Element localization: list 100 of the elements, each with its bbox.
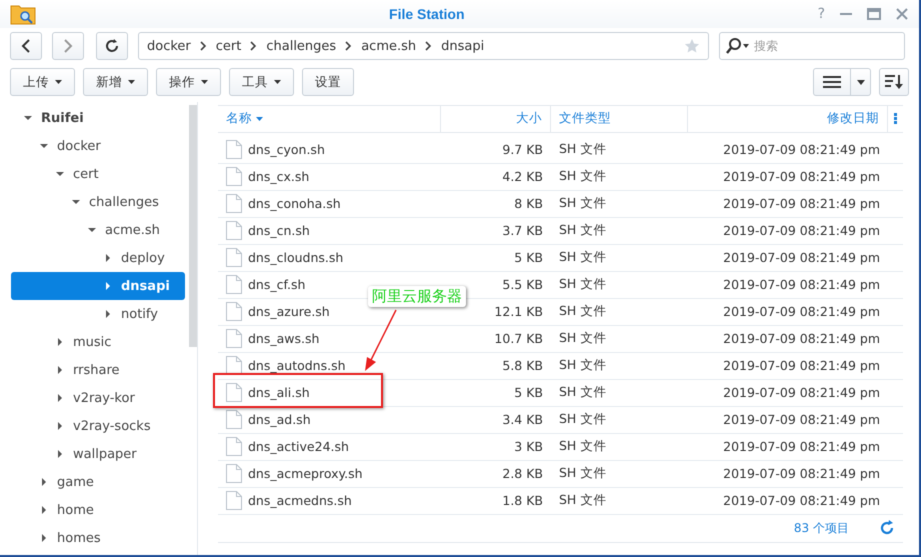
table-cell: 2019-07-09 08:21:49 pm — [723, 169, 880, 184]
scrollbar-thumb[interactable] — [189, 105, 197, 347]
expand-arrow-icon[interactable] — [55, 337, 65, 347]
file-row[interactable]: dns_acmeproxy.sh 2.8 KB SH 文件 2019-07-09 08:21:49 pm — [218, 460, 903, 488]
list-icon — [823, 75, 841, 89]
file-icon — [226, 248, 242, 268]
column-header[interactable]: 大小 — [441, 106, 551, 132]
table-cell: 2019-07-09 08:21:49 pm — [723, 277, 880, 292]
tree-item[interactable]: home — [11, 496, 185, 524]
tree-item[interactable]: music — [11, 328, 185, 356]
tree-item[interactable]: v2ray-kor — [11, 384, 185, 412]
expand-arrow-icon[interactable] — [55, 421, 65, 431]
tree-item[interactable]: Ruifei — [11, 104, 185, 132]
table-cell: 2019-07-09 08:21:49 pm — [723, 196, 880, 212]
close-icon[interactable] — [895, 7, 909, 21]
file-row[interactable]: dns_conoha.sh 8 KB SH 文件 2019-07-09 08:21:49 pm — [218, 190, 903, 218]
table-cell: dns_ali.sh — [248, 385, 310, 400]
star-icon[interactable] — [684, 38, 700, 54]
expand-arrow-icon[interactable] — [39, 477, 49, 487]
refresh-button[interactable] — [96, 32, 128, 60]
tree-item[interactable]: wallpaper — [11, 440, 185, 468]
chevron-icon — [425, 41, 432, 51]
table-cell: 2019-07-09 08:21:49 pm — [723, 358, 880, 374]
collapse-arrow-icon[interactable] — [71, 197, 81, 207]
file-row[interactable]: dns_active24.sh 3 KB SH 文件 2019-07-09 08:21:49 pm — [218, 434, 903, 461]
tree-item[interactable]: rrshare — [11, 356, 185, 384]
view-dropdown-button[interactable] — [851, 68, 871, 96]
file-row[interactable]: dns_autodns.sh 5.8 KB SH 文件 2019-07-09 08:21:49 pm — [218, 352, 903, 380]
refresh-icon[interactable] — [879, 520, 895, 536]
tree-item[interactable]: game — [11, 468, 185, 496]
expand-arrow-icon[interactable] — [103, 309, 113, 319]
tree-item[interactable]: docker — [11, 132, 185, 160]
file-icon — [226, 329, 242, 348]
list-view-button[interactable] — [813, 68, 851, 96]
file-row[interactable]: dns_ali.sh 5 KB SH 文件 2019-07-09 08:21:49 pm — [218, 380, 903, 407]
table-cell: 2019-07-09 08:21:49 pm — [723, 412, 880, 428]
table-cell: 4.2 KB — [502, 169, 543, 184]
toolbar-button[interactable]: 上传 — [10, 68, 75, 96]
expand-arrow-icon[interactable] — [55, 393, 65, 403]
search-field[interactable]: 搜索 — [719, 32, 905, 60]
file-icon — [226, 275, 242, 294]
tree-item[interactable]: v2ray-socks — [11, 412, 185, 440]
file-row[interactable]: dns_cloudns.sh 5 KB SH 文件 2019-07-09 08:21:49 pm — [218, 244, 903, 272]
sort-button[interactable] — [879, 68, 909, 96]
file-icon — [226, 302, 242, 322]
callout-label: 阿里云服务器 — [368, 286, 466, 307]
table-cell: dns_autodns.sh — [248, 358, 346, 374]
expand-arrow-icon[interactable] — [55, 449, 65, 459]
collapse-arrow-icon[interactable] — [39, 141, 49, 151]
forward-button[interactable] — [52, 32, 84, 60]
file-row[interactable]: dns_aws.sh 10.7 KB SH 文件 2019-07-09 08:21:49 pm — [218, 326, 903, 353]
breadcrumb-link[interactable]: acme.sh — [361, 38, 416, 54]
tree-item[interactable]: deploy — [11, 244, 185, 272]
maximize-icon[interactable] — [867, 8, 881, 20]
file-row[interactable]: dns_cn.sh 3.7 KB SH 文件 2019-07-09 08:21:49 pm — [218, 218, 903, 245]
table-cell: SH 文件 — [559, 384, 606, 402]
expand-arrow-icon[interactable] — [55, 365, 65, 375]
file-row[interactable]: dns_cyon.sh 9.7 KB SH 文件 2019-07-09 08:21:49 pm — [218, 136, 903, 164]
expand-arrow-icon[interactable] — [39, 533, 49, 543]
breadcrumb-link[interactable]: dnsapi — [441, 38, 484, 54]
column-header[interactable]: 文件类型 — [551, 106, 688, 132]
toolbar-button[interactable]: 新增 — [83, 68, 148, 96]
table-cell: 2019-07-09 08:21:49 pm — [723, 142, 880, 158]
tree-item[interactable]: cert — [11, 160, 185, 188]
table-cell: dns_azure.sh — [248, 304, 330, 320]
breadcrumb-link[interactable]: cert — [216, 38, 242, 54]
file-row[interactable]: dns_cx.sh 4.2 KB SH 文件 2019-07-09 08:21:49 pm — [218, 164, 903, 191]
breadcrumb-link[interactable]: docker — [147, 38, 191, 54]
file-icon — [226, 194, 242, 214]
column-header[interactable]: 修改日期 — [688, 106, 888, 132]
breadcrumb-link[interactable]: challenges — [266, 38, 336, 54]
toolbar-button[interactable]: 设置 — [302, 68, 354, 96]
search-icon[interactable] — [726, 38, 750, 54]
back-button[interactable] — [10, 32, 42, 60]
table-cell: dns_ad.sh — [248, 412, 311, 428]
collapse-arrow-icon[interactable] — [55, 169, 65, 179]
tree-item[interactable]: dnsapi — [11, 272, 185, 300]
table-cell: 2.8 KB — [502, 466, 543, 482]
table-cell: 8 KB — [514, 196, 543, 212]
table-cell: SH 文件 — [559, 492, 606, 510]
tree-item[interactable]: acme.sh — [11, 216, 185, 244]
more-icon[interactable] — [894, 113, 897, 124]
collapse-arrow-icon[interactable] — [23, 113, 33, 123]
expand-arrow-icon[interactable] — [103, 281, 113, 291]
collapse-arrow-icon[interactable] — [87, 225, 97, 235]
path-field[interactable]: docker cert challenges acme.sh dnsapi — [138, 32, 709, 60]
file-row[interactable]: dns_acmedns.sh 1.8 KB SH 文件 2019-07-09 08:21:49 pm — [218, 488, 903, 515]
column-header[interactable]: 名称 — [218, 106, 441, 132]
expand-arrow-icon[interactable] — [103, 253, 113, 263]
toolbar-button[interactable]: 操作 — [156, 68, 221, 96]
tree-item[interactable]: challenges — [11, 188, 185, 216]
toolbar-button[interactable]: 工具 — [229, 68, 294, 96]
tree-item[interactable]: notify — [11, 300, 185, 328]
file-icon — [226, 410, 242, 430]
table-cell: 10.7 KB — [494, 331, 543, 346]
expand-arrow-icon[interactable] — [39, 505, 49, 515]
table-cell: dns_cf.sh — [248, 277, 306, 292]
file-row[interactable]: dns_ad.sh 3.4 KB SH 文件 2019-07-09 08:21:49 pm — [218, 406, 903, 434]
table-cell: 3 KB — [514, 439, 543, 454]
tree-item[interactable]: homes — [11, 524, 185, 552]
